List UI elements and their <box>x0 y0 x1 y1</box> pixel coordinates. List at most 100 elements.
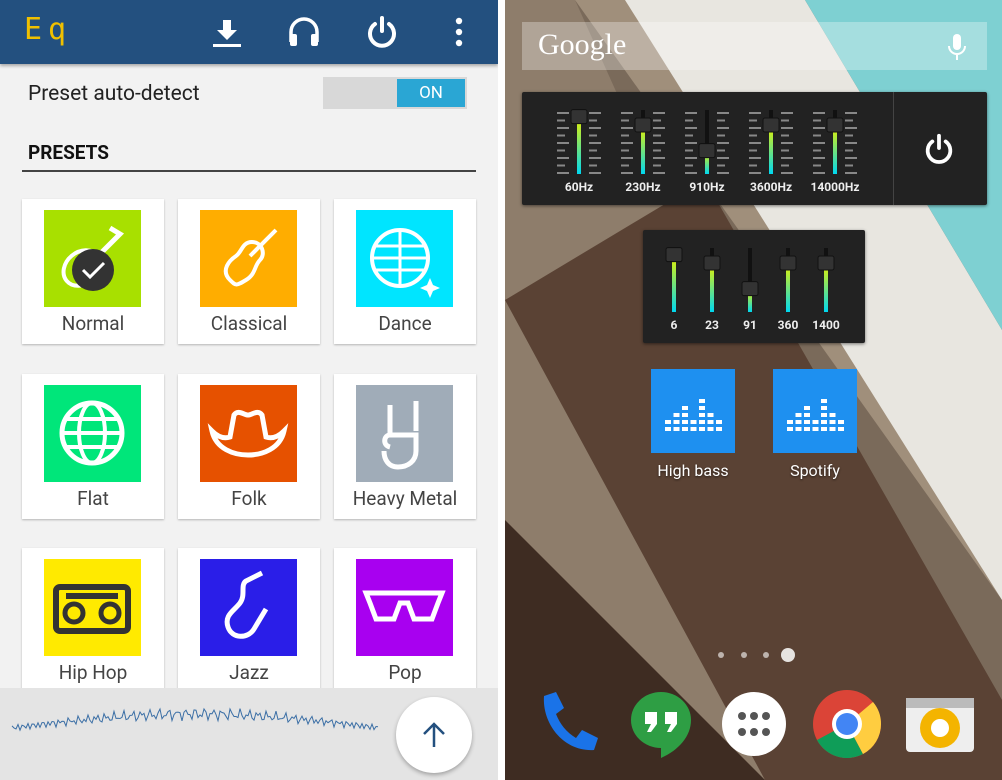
globe-icon <box>59 400 125 466</box>
slider-knob <box>570 109 588 125</box>
app-drawer-icon[interactable] <box>718 688 790 760</box>
disco-ball-icon <box>370 228 440 298</box>
slider-knob <box>741 281 759 297</box>
camera-icon[interactable] <box>904 688 976 760</box>
microphone-icon[interactable] <box>947 32 967 62</box>
page-dot[interactable] <box>763 652 769 658</box>
slider-track <box>703 248 721 312</box>
preset-card-heavy-metal[interactable]: Heavy Metal <box>334 374 476 519</box>
preset-label: Pop <box>388 661 422 684</box>
eq-band-slider[interactable]: 360 <box>769 242 807 342</box>
saxophone-icon <box>224 570 269 639</box>
slider-track <box>685 110 729 174</box>
phone-icon[interactable] <box>532 688 604 760</box>
eq-band-slider[interactable]: 23 <box>693 242 731 342</box>
slider-knob <box>634 117 652 133</box>
toggle-state: ON <box>397 79 465 107</box>
guitar-icon <box>61 225 125 291</box>
page-dot[interactable] <box>741 652 747 658</box>
preset-icon-tile <box>356 559 453 656</box>
preset-card-hip-hop[interactable]: Hip Hop <box>22 548 164 693</box>
preset-icon-tile <box>44 559 141 656</box>
equalizer-app: Eq Preset auto-detect ON PRESETS Normal C… <box>0 0 498 780</box>
preset-label: Jazz <box>229 661 269 684</box>
band-label: 360 <box>777 318 799 332</box>
band-label: 910Hz <box>689 180 725 194</box>
preset-icon-tile <box>44 385 141 482</box>
eq-band-slider[interactable]: 230Hz <box>611 104 675 204</box>
slider-knob <box>826 117 844 133</box>
slider-track <box>665 247 683 312</box>
preset-icon-tile <box>200 385 297 482</box>
slider-track <box>749 110 793 174</box>
auto-detect-toggle[interactable]: ON <box>323 77 467 109</box>
violin-icon <box>223 228 278 287</box>
shortcut-label: Spotify <box>790 461 840 480</box>
slider-track <box>817 248 835 312</box>
divider <box>893 92 894 205</box>
band-label: 14000Hz <box>810 180 860 194</box>
preset-card-classical[interactable]: Classical <box>178 199 320 344</box>
slider-knob <box>698 143 716 159</box>
slider-track <box>779 248 797 312</box>
band-label: 60Hz <box>564 180 594 194</box>
boombox-icon <box>53 584 131 634</box>
scroll-up-button[interactable] <box>396 697 472 773</box>
band-label: 230Hz <box>625 180 661 194</box>
preset-card-pop[interactable]: Pop <box>334 548 476 693</box>
sunglasses-icon <box>362 590 446 622</box>
eq-band-slider[interactable]: 910Hz <box>675 104 739 204</box>
equalizer-widget-small: 6 23 91 360 1400 <box>643 230 865 343</box>
preset-card-dance[interactable]: Dance <box>334 199 476 344</box>
page-dot[interactable] <box>718 652 724 658</box>
waveform <box>11 707 379 732</box>
chrome-icon[interactable] <box>811 688 883 760</box>
preset-label: Dance <box>378 312 432 335</box>
slider-knob <box>762 117 780 133</box>
eq-band-slider[interactable]: 60Hz <box>547 104 611 204</box>
preset-card-jazz[interactable]: Jazz <box>178 548 320 693</box>
preset-label: Classical <box>210 312 288 335</box>
band-label: 1400 <box>812 318 840 332</box>
equalizer-icon <box>665 399 722 431</box>
eq-band-slider[interactable]: 1400 <box>807 242 845 342</box>
more-vert-icon[interactable] <box>441 14 477 50</box>
preset-card-folk[interactable]: Folk <box>178 374 320 519</box>
hangouts-icon[interactable] <box>625 688 697 760</box>
download-icon[interactable] <box>209 14 245 50</box>
slider-track <box>621 110 665 174</box>
slider-knob <box>779 255 797 271</box>
cowboy-hat-icon <box>207 409 289 458</box>
preset-icon-tile <box>200 210 297 307</box>
preset-icon-tile <box>356 210 453 307</box>
preset-card-flat[interactable]: Flat <box>22 374 164 519</box>
band-label: 91 <box>743 318 757 332</box>
google-search-bar[interactable]: Google <box>522 22 987 70</box>
preset-label: Normal <box>61 312 125 335</box>
eq-band-slider[interactable]: 3600Hz <box>739 104 803 204</box>
shortcut-high-bass[interactable] <box>651 369 735 453</box>
eq-band-slider[interactable]: 14000Hz <box>803 104 867 204</box>
eq-band-slider[interactable]: 6 <box>655 242 693 342</box>
preset-card-normal[interactable]: Normal <box>22 199 164 344</box>
shortcut-spotify[interactable] <box>773 369 857 453</box>
slider-knob <box>665 247 683 263</box>
power-icon[interactable] <box>364 14 400 50</box>
eq-band-slider[interactable]: 91 <box>731 242 769 342</box>
band-label: 3600Hz <box>749 180 793 194</box>
home-screen: Google 60Hz 230Hz 910Hz 3600Hz 14000Hz 6 23 91… <box>505 0 1002 780</box>
equalizer-icon <box>787 399 844 431</box>
divider <box>22 170 476 172</box>
slider-knob <box>703 255 721 271</box>
band-label: 6 <box>670 318 678 332</box>
band-label: 23 <box>705 318 719 332</box>
arrow-up-icon <box>423 722 445 747</box>
app-bar: Eq <box>0 0 498 64</box>
rock-hand-icon <box>381 401 419 470</box>
page-dot-current[interactable] <box>781 648 795 662</box>
power-icon[interactable] <box>922 132 956 166</box>
slider-track <box>813 110 857 174</box>
preset-label: Folk <box>231 487 267 510</box>
equalizer-widget-large: 60Hz 230Hz 910Hz 3600Hz 14000Hz <box>522 92 987 205</box>
headphones-icon[interactable] <box>286 14 322 50</box>
